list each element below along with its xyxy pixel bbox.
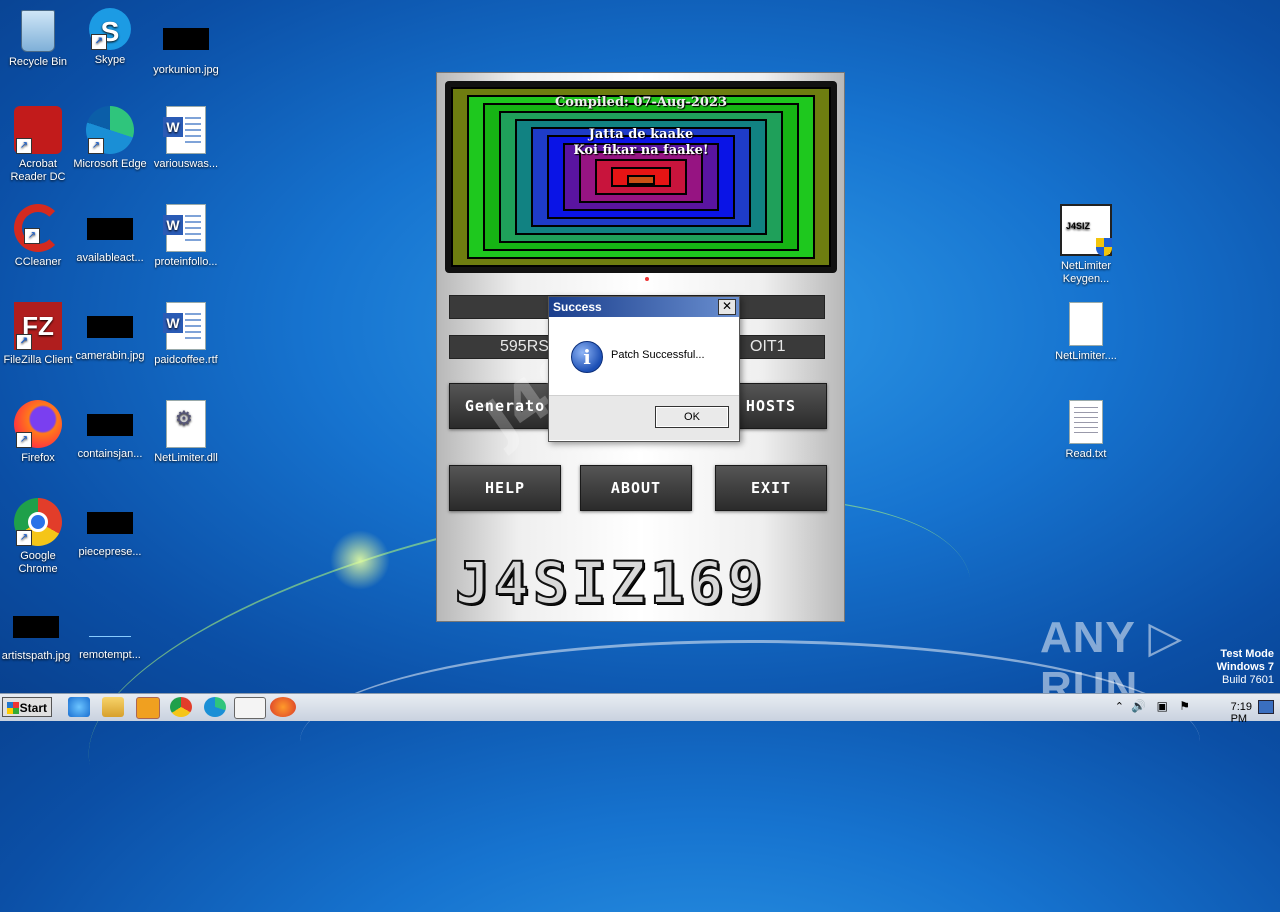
exit-button[interactable]: EXIT [715,465,827,511]
build-label: Build 7601 [1222,674,1274,686]
netlimiter-dll-file-icon[interactable]: ⚙ NetLimiter.dll [148,400,224,465]
image-thumbnail-icon [87,316,133,338]
read-txt-file-icon[interactable]: Read.txt [1048,400,1124,461]
google-chrome-icon[interactable]: ↗ Google Chrome [0,498,76,576]
keygen-shield-icon: J4SIZ [1060,204,1112,256]
serial-right: OIT1 [750,338,786,355]
word-document-icon [163,106,206,154]
shortcut-arrow-icon: ↗ [16,530,32,546]
slogan-line-1: Jatta de kaake [588,127,694,142]
dialog-titlebar: Success ✕ [549,297,739,317]
image-thumbnail-icon [13,616,59,638]
recycle-bin-icon[interactable]: Recycle Bin [0,8,76,69]
skype-icon[interactable]: S ↗ Skype [72,8,148,67]
keygen-taskbar-icon[interactable] [234,697,266,719]
tv-display: Compiled: 07-Aug-2023 Jatta de kaake Koi… [445,81,837,281]
filezilla-logo-icon: FZ ↗ [14,302,62,350]
test-mode-watermark: Test Mode Windows 7 Build 7601 [1217,648,1274,687]
show-desktop-icon[interactable] [1258,700,1274,714]
filezilla-icon[interactable]: FZ ↗ FileZilla Client [0,302,76,367]
success-dialog: Success ✕ i Patch Successful... OK [548,296,740,442]
remotempt-file-icon[interactable]: remotempt... [72,604,148,662]
power-led [645,277,649,281]
test-mode-label: Test Mode [1220,648,1274,660]
chrome-logo-icon: ↗ [14,498,62,546]
image-thumbnail-icon [87,414,133,436]
word-document-icon [163,302,206,350]
firefox-taskbar-icon[interactable] [270,697,296,717]
folder-icon[interactable] [102,697,124,717]
text-document-icon [1069,400,1103,444]
logo: J4SIZ169 [454,549,767,617]
containsjan-file-icon[interactable]: containsjan... [72,400,148,461]
image-thumbnail-icon [87,512,133,534]
shortcut-arrow-icon: ↗ [91,34,107,50]
image-thumbnail-icon [89,620,131,637]
taskbar: Start ⌃ 🔊 ▣ ⚑ 7:19 PM [0,693,1280,725]
shortcut-arrow-icon: ↗ [24,228,40,244]
dialog-footer: OK [549,395,739,440]
netlimiter-keygen-icon[interactable]: J4SIZ NetLimiter Keygen... [1048,204,1124,286]
edge-logo-icon: ↗ [86,106,134,154]
acrobat-reader-icon[interactable]: ↗ Acrobat Reader DC [0,106,76,184]
ccleaner-icon[interactable]: ↗ CCleaner [0,204,76,269]
yorkunion-file-icon[interactable]: yorkunion.jpg [148,8,224,77]
slogan-line-2: Koi fikar na faake! [573,143,709,158]
os-label: Windows 7 [1216,661,1274,673]
firefox-icon[interactable]: ↗ Firefox [0,400,76,465]
edge-icon[interactable] [204,697,226,717]
help-button[interactable]: HELP [449,465,561,511]
image-thumbnail-icon [87,218,133,240]
artistspath-file-icon[interactable]: artistspath.jpg [0,604,74,663]
dialog-message: Patch Successful... [611,349,705,361]
availableact-file-icon[interactable]: availableact... [72,204,148,265]
close-icon[interactable]: ✕ [718,299,736,315]
acrobat-icon: ↗ [14,106,62,154]
camerabin-file-icon[interactable]: camerabin.jpg [72,302,148,363]
image-thumbnail-icon [163,28,209,50]
skype-logo-icon: S ↗ [89,8,131,50]
info-icon: i [571,341,603,373]
about-button[interactable]: ABOUT [580,465,692,511]
wallpaper-glow [330,530,390,590]
ccleaner-logo-icon: ↗ [14,204,62,252]
shortcut-arrow-icon: ↗ [16,138,32,154]
gear-document-icon: ⚙ [166,400,206,448]
dialog-body: i Patch Successful... [549,317,739,395]
dialog-title: Success [553,300,602,314]
piecepresе-file-icon[interactable]: piecepresе... [72,498,148,559]
proteinfollo-file-icon[interactable]: proteinfollo... [148,204,224,269]
media-player-icon[interactable] [136,697,160,719]
flag-icon[interactable]: ⚑ [1179,699,1190,713]
microsoft-edge-icon[interactable]: ↗ Microsoft Edge [72,106,148,171]
word-document-icon [163,204,206,252]
start-button[interactable]: Start [2,697,52,717]
firefox-logo-icon: ↗ [14,400,62,448]
speaker-icon[interactable]: 🔊 [1131,699,1146,713]
compiled-date: Compiled: 07-Aug-2023 [554,95,728,110]
chevron-up-icon[interactable]: ⌃ [1115,700,1124,713]
blank-document-icon [1069,302,1103,346]
clock[interactable]: 7:19 PM [1231,701,1252,725]
tv-ring [627,175,655,185]
variouswas-file-icon[interactable]: variouswas... [148,106,224,171]
trash-icon [21,10,55,52]
chrome-icon[interactable] [170,697,192,717]
netlimiter-file-icon[interactable]: NetLimiter.... [1048,302,1124,363]
tv-screen [451,87,831,267]
internet-explorer-icon[interactable] [68,697,90,717]
shortcut-arrow-icon: ↗ [16,432,32,448]
shortcut-arrow-icon: ↗ [16,334,32,350]
shortcut-arrow-icon: ↗ [88,138,104,154]
network-icon[interactable]: ▣ [1157,699,1168,713]
paidcoffee-file-icon[interactable]: paidcoffee.rtf [148,302,224,367]
ok-button[interactable]: OK [655,406,729,428]
